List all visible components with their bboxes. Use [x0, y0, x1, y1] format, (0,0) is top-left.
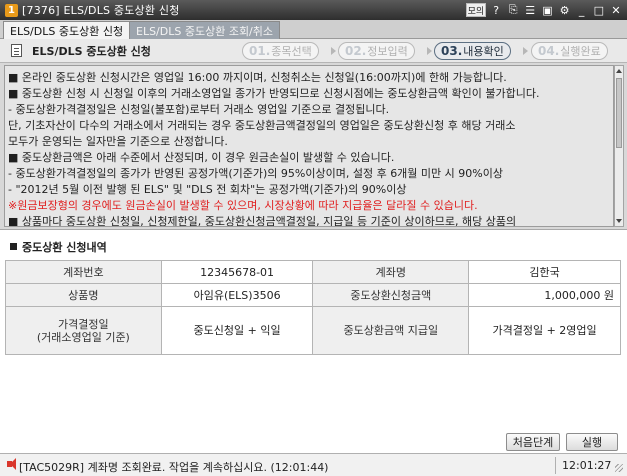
- mock-trade-button[interactable]: 모의: [465, 3, 487, 17]
- notice-line: - "2012년 5월 이전 발행 된 ELS" 및 "DLS 전 회차"는 공…: [8, 183, 407, 196]
- tab-inquiry-cancel[interactable]: ELS/DLS 중도상환 조회/취소: [129, 21, 281, 39]
- detail-content: 중도상환 신청내역 계좌번호 12345678-01 계좌명 김한국 상품명 아…: [0, 229, 627, 453]
- detail-table: 계좌번호 12345678-01 계좌명 김한국 상품명 아임유(ELS)350…: [5, 260, 621, 355]
- first-step-button[interactable]: 처음단계: [506, 433, 560, 451]
- step-arrow-icon: [523, 47, 528, 55]
- page-title: ELS/DLS 중도상환 신청: [32, 45, 151, 58]
- scroll-up-icon[interactable]: [616, 69, 622, 73]
- copy-icon[interactable]: ⎘: [506, 3, 520, 17]
- product-label: 상품명: [5, 283, 162, 307]
- status-message: [TAC5029R] 계좌명 조회완료. 작업을 계속하십시요. (12:01:…: [19, 461, 329, 474]
- step-number: 02.: [345, 44, 367, 58]
- step-label: 내용확인: [463, 45, 504, 58]
- step-label: 정보입력: [367, 45, 408, 58]
- step-select-product: 01. 종목선택: [242, 42, 319, 60]
- notice-line: - 중도상환가격결정일의 종가가 반영된 공정가액(기준가)의 95%이상이며,…: [8, 167, 503, 180]
- price-date-label: 가격결정일 (거래소영업일 기준): [5, 306, 162, 355]
- step-number: 04.: [538, 44, 560, 58]
- square-bullet-icon: [10, 243, 17, 250]
- status-divider: [555, 457, 556, 474]
- close-icon[interactable]: ✕: [609, 3, 623, 17]
- document-icon: [11, 44, 22, 57]
- notice-line: ■ 온라인 중도상환 신청시간은 영업일 16:00 까지이며, 신청취소는 신…: [8, 71, 507, 84]
- section-title-text: 중도상환 신청내역: [22, 241, 107, 254]
- notice-line: ■ 중도상환금액은 아래 수준에서 산정되며, 이 경우 원금손실이 발생할 수…: [8, 151, 395, 164]
- amount-value: 1,000,000 원: [468, 283, 621, 307]
- notice-scrollbar[interactable]: [614, 65, 624, 227]
- status-clock: 12:01:27: [562, 459, 612, 472]
- notice-warning-line: ※원금보장형의 경우에도 원금손실이 발생할 수 있으며, 시장상황에 따라 지…: [8, 199, 478, 212]
- status-bar: [TAC5029R] 계좌명 조회완료. 작업을 계속하십시요. (12:01:…: [0, 453, 627, 476]
- speaker-icon[interactable]: [7, 458, 16, 470]
- table-row: 가격결정일 (거래소영업일 기준) 중도신청일 + 익일 중도상환금액 지급일 …: [5, 306, 621, 355]
- step-complete: 04. 실행완료: [531, 42, 608, 60]
- resize-grip-icon[interactable]: [615, 464, 623, 472]
- page-header: ELS/DLS 중도상환 신청 01. 종목선택 02. 정보입력 03. 내용…: [0, 39, 627, 63]
- notice-line: 모두가 운영되는 일자만을 기준으로 산정합니다.: [8, 135, 228, 148]
- price-date-label-line2: (거래소영업일 기준): [36, 330, 130, 344]
- menu-icon[interactable]: ☰: [523, 3, 537, 17]
- step-arrow-icon: [331, 47, 336, 55]
- step-label: 실행완료: [560, 45, 601, 58]
- table-row: 계좌번호 12345678-01 계좌명 김한국: [5, 260, 621, 284]
- section-title: 중도상환 신청내역: [10, 239, 107, 255]
- account-name-value: 김한국: [468, 260, 621, 284]
- help-icon[interactable]: ?: [489, 3, 503, 17]
- price-date-label-line1: 가격결정일: [58, 317, 109, 331]
- minimize-icon[interactable]: _: [575, 3, 589, 17]
- screen-icon[interactable]: ▣: [540, 3, 554, 17]
- notice-line: ■ 상품마다 중도상환 신청일, 신청제한일, 중도상환신청금액결정일, 지급일…: [8, 215, 517, 227]
- title-bar: 1 [7376] ELS/DLS 중도상환 신청 모의 ? ⎘ ☰ ▣ ⚙ _ …: [0, 0, 627, 20]
- notice-line: ■ 중도상환 신청 시 신청일 이후의 거래소영업일 종가가 반영되므로 신청시…: [8, 87, 540, 100]
- scroll-down-icon[interactable]: [616, 219, 622, 223]
- execute-button[interactable]: 실행: [566, 433, 618, 451]
- amount-label: 중도상환신청금액: [312, 283, 470, 307]
- notice-line: - 중도상환가격결정일은 신청일(불포함)로부터 거래소 영업일 기준으로 결정…: [8, 103, 390, 116]
- step-label: 종목선택: [271, 45, 312, 58]
- pay-date-value: 가격결정일 + 2영업일: [468, 306, 621, 355]
- step-confirm: 03. 내용확인: [434, 42, 511, 60]
- step-arrow-icon: [427, 47, 432, 55]
- account-no-label: 계좌번호: [5, 260, 162, 284]
- price-date-value: 중도신청일 + 익일: [160, 306, 314, 355]
- account-name-label: 계좌명: [312, 260, 470, 284]
- step-input-info: 02. 정보입력: [338, 42, 415, 60]
- product-value: 아임유(ELS)3506: [160, 283, 314, 307]
- window-title: [7376] ELS/DLS 중도상환 신청: [22, 4, 180, 17]
- tab-apply[interactable]: ELS/DLS 중도상환 신청: [3, 21, 131, 39]
- notice-line: 단, 기초자산이 다수의 거래소에서 거래되는 경우 중도상환금액결정일의 영업…: [8, 119, 516, 132]
- scroll-thumb[interactable]: [616, 78, 622, 148]
- maximize-icon[interactable]: □: [592, 3, 606, 17]
- pay-date-label: 중도상환금액 지급일: [312, 306, 470, 355]
- tab-bar: ELS/DLS 중도상환 신청 ELS/DLS 중도상환 조회/취소: [0, 20, 627, 39]
- settings-icon[interactable]: ⚙: [558, 3, 572, 17]
- window-controls: 모의 ? ⎘ ☰ ▣ ⚙ _ □ ✕: [465, 3, 623, 17]
- table-row: 상품명 아임유(ELS)3506 중도상환신청금액 1,000,000 원: [5, 283, 621, 307]
- app-icon: 1: [5, 3, 18, 17]
- step-number: 01.: [249, 44, 271, 58]
- account-no-value: 12345678-01: [160, 260, 314, 284]
- step-number: 03.: [441, 44, 463, 58]
- notice-panel: ■ 온라인 중도상환 신청시간은 영업일 16:00 까지이며, 신청취소는 신…: [4, 65, 614, 227]
